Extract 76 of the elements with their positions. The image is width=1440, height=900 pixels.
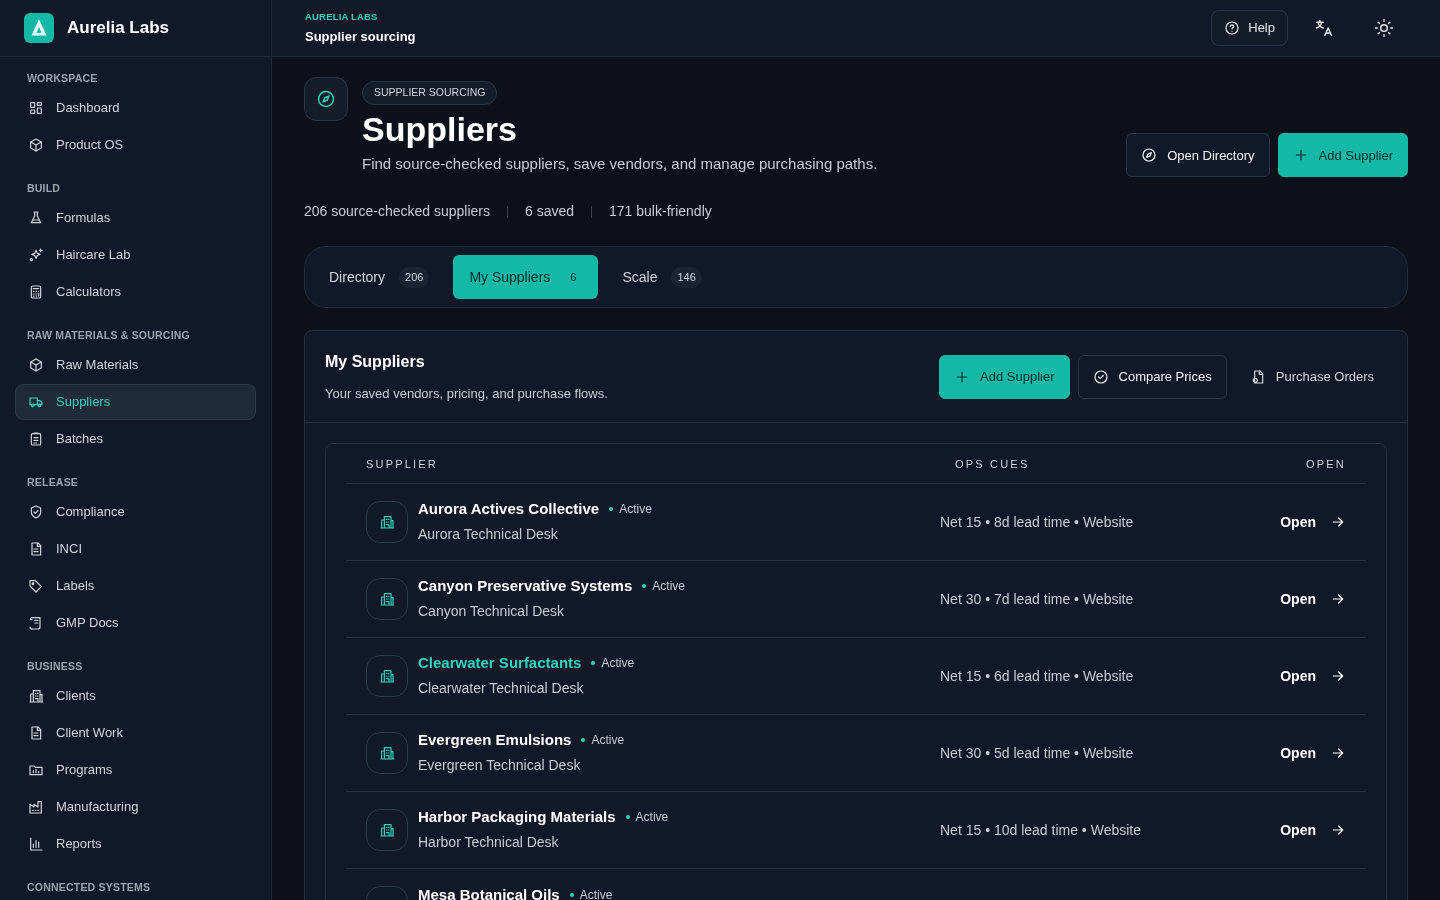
- panel-title: My Suppliers: [325, 352, 426, 372]
- sidebar-item[interactable]: Manufacturing: [15, 789, 256, 825]
- page-description: Find source-checked suppliers, save vendors, and manage purchasing paths.: [362, 153, 878, 174]
- status-label: Active: [591, 731, 625, 749]
- status-label: Active: [601, 654, 635, 672]
- column-header: SUPPLIER: [365, 456, 439, 472]
- status-label: Active: [652, 577, 685, 595]
- ops-cues: Net 15 • 10d lead time • Website: [940, 822, 1141, 839]
- ops-cues: Net 30 • 7d lead time • Website: [940, 591, 1134, 608]
- supplier-name[interactable]: Mesa Botanical Oils: [418, 886, 560, 900]
- add-supplier-button[interactable]: Add Supplier: [1277, 133, 1408, 178]
- section-label: BUILD: [26, 181, 62, 196]
- section-label: CONNECTED SYSTEMS: [26, 880, 152, 895]
- column-header: OPEN: [1306, 456, 1347, 472]
- open-directory-button[interactable]: Open Directory: [1126, 133, 1270, 178]
- sidebar-item[interactable]: Haircare Lab: [15, 237, 256, 273]
- add-supplier-button[interactable]: Add Supplier: [939, 354, 1070, 399]
- supplier-desk: Harbor Technical Desk: [418, 832, 560, 852]
- section-label: RELEASE: [26, 475, 80, 490]
- sidebar-item[interactable]: Formulas: [15, 200, 256, 236]
- supplier-desk: Evergreen Technical Desk: [418, 755, 582, 775]
- open-link[interactable]: Open: [1280, 742, 1346, 764]
- sidebar-item[interactable]: Calculators: [15, 274, 256, 310]
- supplier-desk: Canyon Technical Desk: [418, 601, 566, 621]
- supplier-desk: Aurora Technical Desk: [418, 524, 559, 544]
- open-link[interactable]: Open: [1280, 511, 1346, 533]
- sidebar-item[interactable]: Clients: [15, 678, 256, 714]
- status-label: Active: [635, 808, 669, 826]
- supplier-name[interactable]: Harbor Packaging Materials: [418, 807, 616, 826]
- stat-text: 6 saved: [525, 202, 575, 222]
- ops-cues: Net 30 • 5d lead time • Website: [940, 745, 1134, 762]
- brand-name: Aurelia Labs: [67, 17, 170, 40]
- open-link[interactable]: Open: [1280, 819, 1346, 841]
- sidebar-item[interactable]: Client Work: [15, 715, 256, 751]
- tab[interactable]: Directory 206: [313, 255, 446, 300]
- stat-text: 171 bulk-friendly: [609, 202, 712, 222]
- sidebar-item[interactable]: GMP Docs: [15, 605, 256, 641]
- supplier-name[interactable]: Canyon Preservative Systems: [418, 576, 633, 595]
- sidebar-item[interactable]: Labels: [15, 568, 256, 604]
- column-header: OPS CUES: [954, 456, 1031, 472]
- supplier-name[interactable]: Aurora Actives Collective: [418, 499, 600, 518]
- stat-text: 206 source-checked suppliers: [304, 202, 490, 222]
- ops-cues: Net 15 • 8d lead time • Website: [940, 514, 1134, 531]
- sidebar-item[interactable]: Batches: [15, 421, 256, 457]
- sidebar-item[interactable]: Suppliers: [15, 384, 256, 420]
- purchase-orders-button[interactable]: Purchase Orders: [1234, 354, 1389, 399]
- open-link[interactable]: Open: [1280, 665, 1346, 687]
- sidebar-item[interactable]: Raw Materials: [15, 347, 256, 383]
- section-label: WORKSPACE: [26, 71, 99, 86]
- ops-cues: Net 15 • 6d lead time • Website: [940, 668, 1134, 685]
- supplier-name[interactable]: Clearwater Surfactants: [418, 653, 582, 672]
- tab-count: 146: [671, 267, 702, 288]
- tab-count: 6: [569, 270, 578, 285]
- status-label: Active: [619, 500, 652, 518]
- sidebar-item[interactable]: INCI: [15, 531, 256, 567]
- section-badge: SUPPLIER SOURCING: [362, 81, 498, 105]
- sidebar-item[interactable]: Reports: [15, 826, 256, 862]
- sidebar-item[interactable]: Compliance: [15, 494, 256, 530]
- open-link[interactable]: Open: [1280, 588, 1346, 610]
- page-title: Supplier sourcing: [305, 27, 416, 46]
- tab-count: 206: [399, 267, 430, 288]
- sidebar-item[interactable]: Programs: [15, 752, 256, 788]
- supplier-desk: Clearwater Technical Desk: [418, 678, 585, 698]
- help-button[interactable]: Help: [1211, 10, 1288, 46]
- tab[interactable]: My Suppliers 6: [453, 255, 599, 300]
- supplier-name[interactable]: Evergreen Emulsions: [418, 730, 572, 749]
- section-label: BUSINESS: [26, 659, 84, 674]
- breadcrumb-label: AURELIA LABS: [305, 9, 379, 24]
- section-label: RAW MATERIALS & SOURCING: [26, 328, 191, 343]
- panel-description: Your saved vendors, pricing, and purchase flows.: [325, 385, 608, 403]
- page-heading: Suppliers: [362, 108, 517, 150]
- status-label: Active: [579, 887, 613, 900]
- sidebar-item[interactable]: Product OS: [15, 127, 256, 163]
- compare-prices-button[interactable]: Compare Prices: [1077, 354, 1227, 399]
- sidebar-item[interactable]: Dashboard: [15, 90, 256, 126]
- tab[interactable]: Scale 146: [606, 255, 718, 300]
